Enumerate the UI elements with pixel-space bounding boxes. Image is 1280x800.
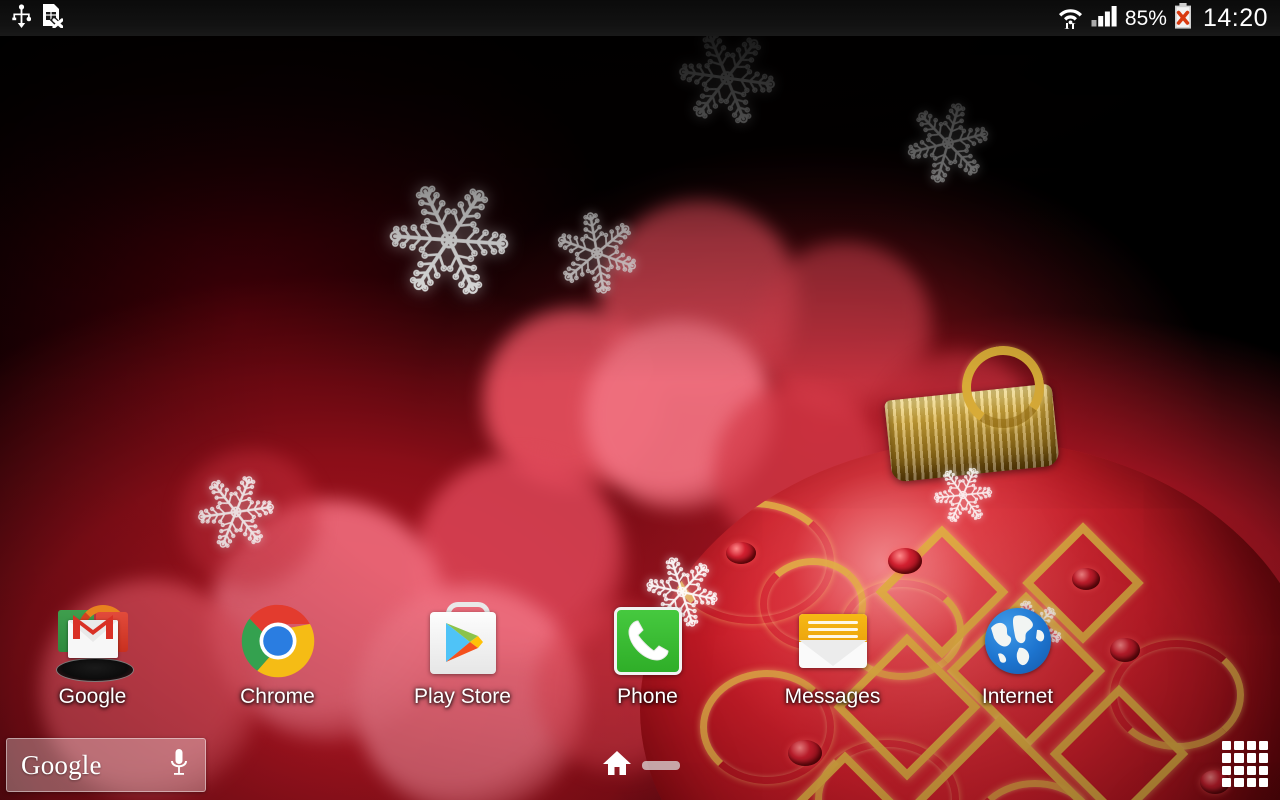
battery-percent-label: 85% — [1124, 6, 1167, 30]
gmail-m-glyph — [72, 615, 113, 639]
android-home-screen: 85% 14:20 g + — [0, 0, 1280, 800]
status-bar-right-icons: 85% 14:20 — [1057, 2, 1280, 34]
app-icon-chrome[interactable]: Chrome — [185, 602, 370, 727]
no-sim-card-icon — [41, 3, 66, 33]
app-label-internet: Internet — [981, 685, 1054, 708]
app-icon-google-folder[interactable]: g + Google — [0, 602, 185, 727]
usb-icon — [12, 3, 32, 33]
app-label-google: Google — [58, 685, 127, 708]
apps-drawer-button[interactable] — [1222, 741, 1268, 787]
phone-icon — [609, 602, 687, 680]
internet-globe-icon — [979, 602, 1057, 680]
chrome-icon — [239, 602, 317, 680]
app-label-chrome: Chrome — [240, 685, 315, 708]
app-label-phone: Phone — [617, 685, 678, 708]
globe-body — [984, 608, 1051, 674]
app-icon-internet[interactable]: Internet — [925, 602, 1110, 727]
google-search-brand-label: Google — [21, 749, 102, 780]
status-bar[interactable]: 85% 14:20 — [0, 0, 1280, 36]
app-label-play-store: Play Store — [414, 685, 511, 708]
battery-error-icon — [1174, 2, 1192, 34]
app-label-messages: Messages — [784, 685, 881, 708]
play-bag-body — [429, 612, 496, 674]
app-icon-phone[interactable]: Phone — [555, 602, 740, 727]
wifi-data-icon — [1057, 3, 1084, 34]
folder-tray — [55, 658, 134, 682]
google-search-widget[interactable]: Google — [6, 738, 206, 792]
page-indicator-pill[interactable] — [642, 760, 680, 770]
home-indicator-group — [602, 748, 702, 782]
microphone-icon[interactable] — [169, 748, 189, 783]
messages-envelope — [798, 614, 867, 668]
messages-icon — [794, 602, 872, 680]
google-folder-icon: g + — [54, 602, 134, 682]
play-store-icon — [424, 602, 502, 680]
home-screen-app-row: g + Google — [0, 602, 1280, 727]
home-icon[interactable] — [602, 749, 632, 782]
app-icon-play-store[interactable]: Play Store — [370, 602, 555, 727]
phone-tile — [613, 607, 682, 675]
status-bar-clock: 14:20 — [1202, 3, 1268, 32]
envelope-flap — [798, 640, 867, 666]
cellular-signal-icon — [1091, 5, 1118, 32]
app-icon-messages[interactable]: Messages — [740, 602, 925, 727]
status-bar-left-icons — [0, 3, 66, 33]
